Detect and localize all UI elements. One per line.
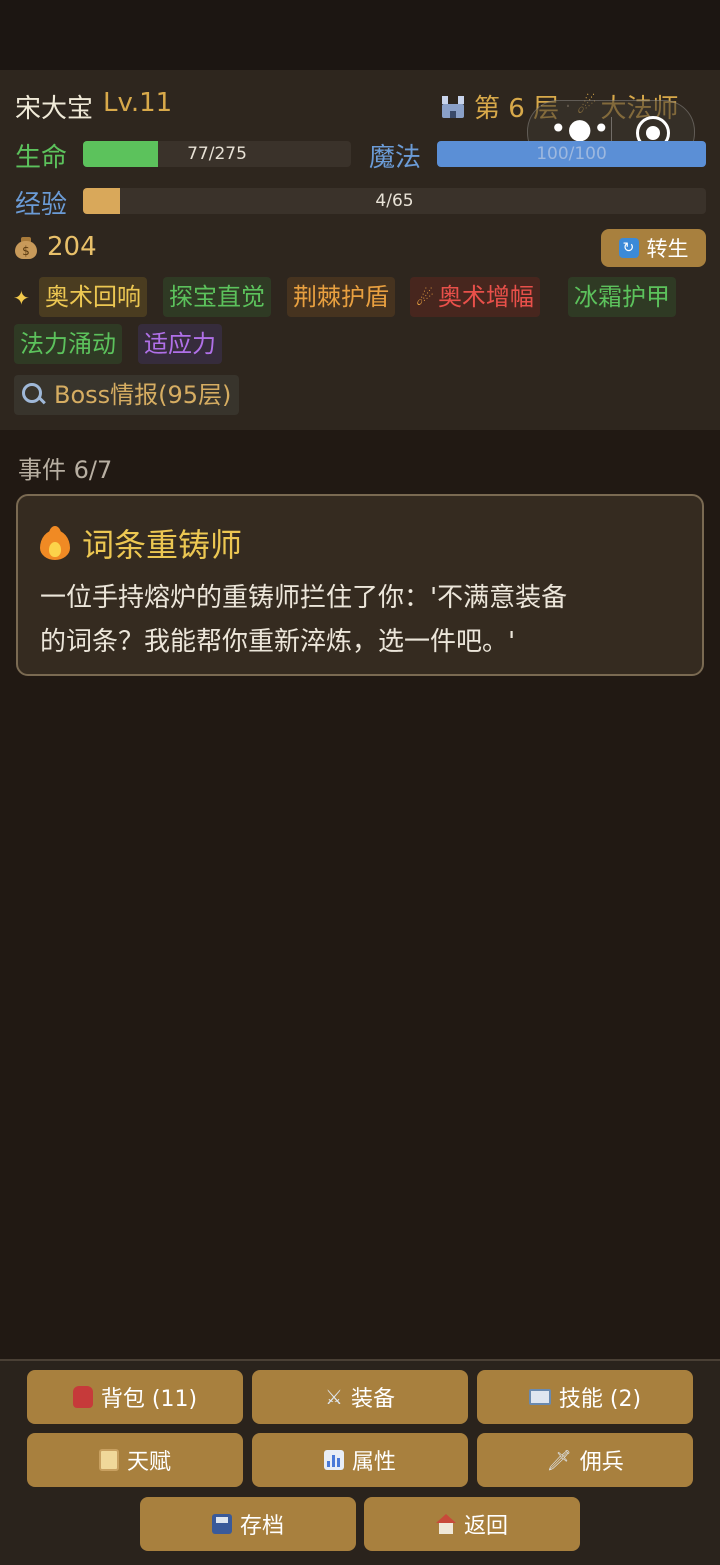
xp-text: 4/65 (375, 191, 414, 211)
book-icon (528, 1389, 551, 1405)
back-label: 返回 (463, 1514, 508, 1539)
talents-button[interactable]: 天赋 (27, 1433, 243, 1487)
save-label: 存档 (239, 1514, 284, 1539)
skill-tag[interactable]: ☄ 奥术增幅 (410, 277, 540, 317)
mp-bar: 100/100 (437, 141, 706, 167)
skills-button[interactable]: 技能 (2) (477, 1370, 693, 1424)
hp-bar: 77/275 (83, 141, 351, 167)
dagger-icon: 🗡 (546, 1448, 572, 1472)
crossed-swords-icon: ⚔ (325, 1385, 343, 1409)
sparkle-icon: ✦ (13, 286, 30, 310)
xp-bar: 4/65 (83, 188, 706, 214)
rebirth-button[interactable]: ↻ 转生 (601, 229, 706, 267)
xp-label: 经验 (15, 190, 68, 220)
mercenaries-label: 佣兵 (579, 1450, 624, 1475)
rebirth-label: 转生 (646, 237, 689, 261)
scroll-icon (98, 1449, 119, 1471)
hp-text: 77/275 (187, 144, 247, 164)
more-dots-icon[interactable]: •●• (550, 114, 610, 144)
skill-tag[interactable]: 冰霜护甲 (568, 277, 676, 317)
event-title: 词条重铸师 (40, 520, 242, 566)
talents-label: 天赋 (126, 1450, 171, 1475)
skills-label: 技能 (2) (558, 1387, 642, 1412)
mp-text: 100/100 (536, 144, 607, 164)
back-button[interactable]: 返回 (364, 1497, 580, 1551)
event-card: 词条重铸师 一位手持熔炉的重铸师拦住了你：'不满意装备 的词条？我能帮你重新淬炼… (16, 494, 704, 676)
money-bag-icon: $ (15, 235, 37, 259)
attributes-label: 属性 (351, 1450, 396, 1475)
gold-display: $ 204 (15, 232, 97, 262)
skill-tag-label: 奥术增幅 (437, 283, 534, 311)
fire-icon (40, 526, 70, 560)
bar-chart-icon (323, 1450, 344, 1470)
skill-tag[interactable]: 奥术回响 (39, 277, 147, 317)
mercenaries-button[interactable]: 🗡 佣兵 (477, 1433, 693, 1487)
event-description: 一位手持熔炉的重铸师拦住了你：'不满意装备 的词条？我能帮你重新淬炼，选一件吧。… (40, 576, 640, 664)
boss-info-button[interactable]: Boss情报(95层) (14, 375, 240, 415)
attributes-button[interactable]: 属性 (252, 1433, 468, 1487)
event-counter: 事件 6/7 (18, 456, 113, 484)
player-level: Lv.11 (103, 88, 173, 118)
skill-tag[interactable]: 荆棘护盾 (287, 277, 395, 317)
hp-label: 生命 (15, 143, 68, 173)
refresh-icon: ↻ (618, 238, 639, 258)
backpack-button[interactable]: 背包 (11) (27, 1370, 243, 1424)
event-description-line: 的词条？我能帮你重新淬炼，选一件吧。' (40, 627, 516, 657)
floppy-disk-icon (211, 1514, 232, 1534)
mp-label: 魔法 (369, 143, 422, 173)
skill-tag[interactable]: 法力涌动 (14, 324, 122, 364)
player-name: 宋大宝 (15, 94, 94, 124)
equipment-label: 装备 (350, 1387, 395, 1412)
magnifier-icon (22, 383, 42, 403)
skill-tag[interactable]: 适应力 (138, 324, 222, 364)
skill-tag[interactable]: 探宝直觉 (163, 277, 271, 317)
gold-amount: 204 (47, 232, 97, 262)
backpack-label: 背包 (11) (100, 1387, 198, 1412)
boss-info-label: Boss情报(95层) (54, 381, 232, 409)
home-icon (435, 1514, 456, 1534)
castle-icon (440, 95, 466, 118)
status-bar-area (0, 0, 720, 70)
equipment-button[interactable]: ⚔ 装备 (252, 1370, 468, 1424)
event-description-line: 一位手持熔炉的重铸师拦住了你：'不满意装备 (40, 583, 568, 613)
backpack-icon (72, 1386, 93, 1408)
save-button[interactable]: 存档 (140, 1497, 356, 1551)
event-title-text: 词条重铸师 (82, 526, 243, 564)
comet-icon: ☄ (416, 286, 434, 310)
